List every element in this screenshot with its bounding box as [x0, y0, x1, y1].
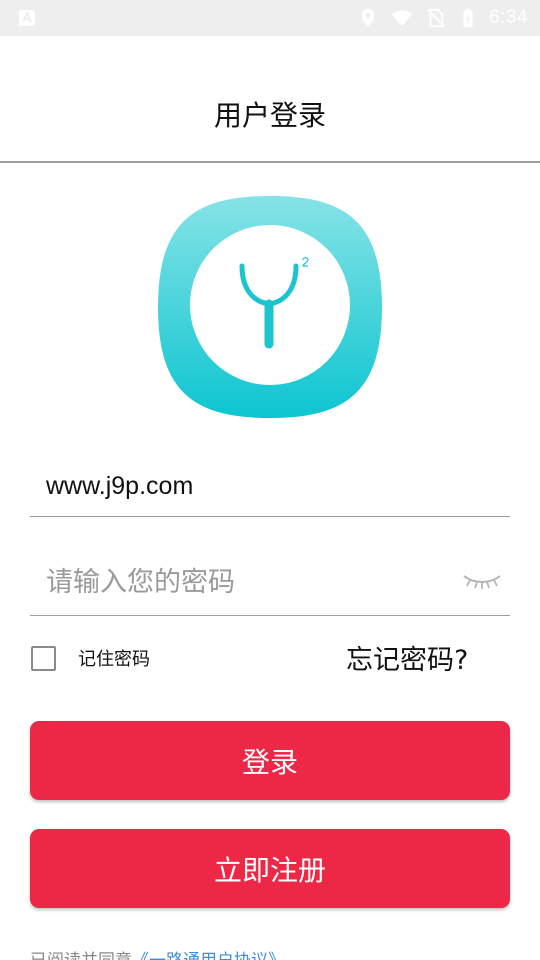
no-sim-icon [427, 8, 445, 28]
app-logo-icon [158, 196, 382, 418]
page-title: 用户登录 [213, 99, 326, 132]
eye-closed-icon[interactable] [462, 572, 502, 590]
app-notification-icon [19, 10, 35, 26]
remember-checkbox[interactable] [31, 645, 56, 671]
username-field [30, 458, 510, 517]
wifi-icon [391, 10, 413, 27]
forgot-password-link[interactable]: 忘记密码? [346, 638, 468, 677]
register-button[interactable]: 立即注册 [30, 829, 510, 908]
battery-charging-icon [463, 8, 473, 28]
password-input[interactable] [46, 562, 446, 602]
agreement-text: 已阅读并同意《一路通用户协议》 [30, 946, 285, 960]
agreement-prefix: 已阅读并同意 [30, 951, 132, 960]
status-bar: 6:34 [0, 0, 540, 36]
agreement-link[interactable]: 《一路通用户协议》 [132, 951, 285, 960]
login-button[interactable]: 登录 [30, 721, 510, 800]
title-bar: 用户登录 [0, 36, 540, 163]
status-time: 6:34 [489, 7, 528, 28]
remember-label: 记住密码 [78, 649, 150, 670]
password-field [30, 550, 510, 616]
remember-password[interactable]: 记住密码 [31, 645, 150, 671]
location-icon [361, 8, 375, 28]
username-input[interactable] [46, 466, 486, 506]
